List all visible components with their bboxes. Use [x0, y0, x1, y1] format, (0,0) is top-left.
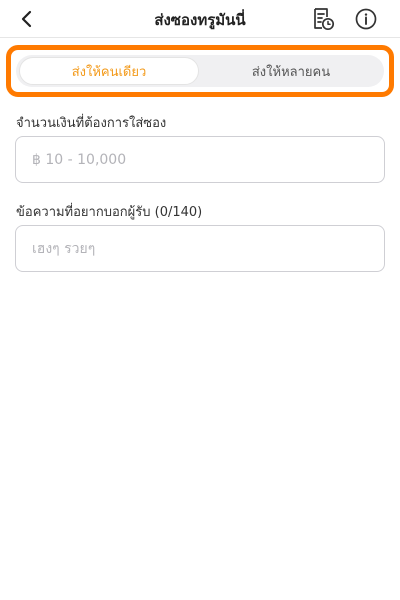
- message-label: ข้อความที่อยากบอกผู้รับ (0/140): [16, 205, 203, 220]
- amount-label: จำนวนเงินที่ต้องการใส่ซอง: [16, 116, 167, 131]
- recipient-mode-tabs: ส่งให้คนเดียว ส่งให้หลายคน: [6, 45, 394, 97]
- page-title: ส่งซองทรูมันนี่: [154, 11, 246, 29]
- amount-input[interactable]: [15, 136, 385, 183]
- history-icon: [314, 8, 335, 31]
- tab-multiple-recipients[interactable]: ส่งให้หลายคน: [201, 57, 381, 85]
- info-icon: [355, 8, 377, 30]
- segmented-control: ส่งให้คนเดียว ส่งให้หลายคน: [16, 55, 384, 87]
- top-bar: ส่งซองทรูมันนี่: [0, 0, 400, 38]
- history-button[interactable]: [310, 6, 336, 32]
- tab-single-recipient[interactable]: ส่งให้คนเดียว: [19, 57, 199, 85]
- message-input[interactable]: [15, 225, 385, 272]
- info-button[interactable]: [353, 6, 379, 32]
